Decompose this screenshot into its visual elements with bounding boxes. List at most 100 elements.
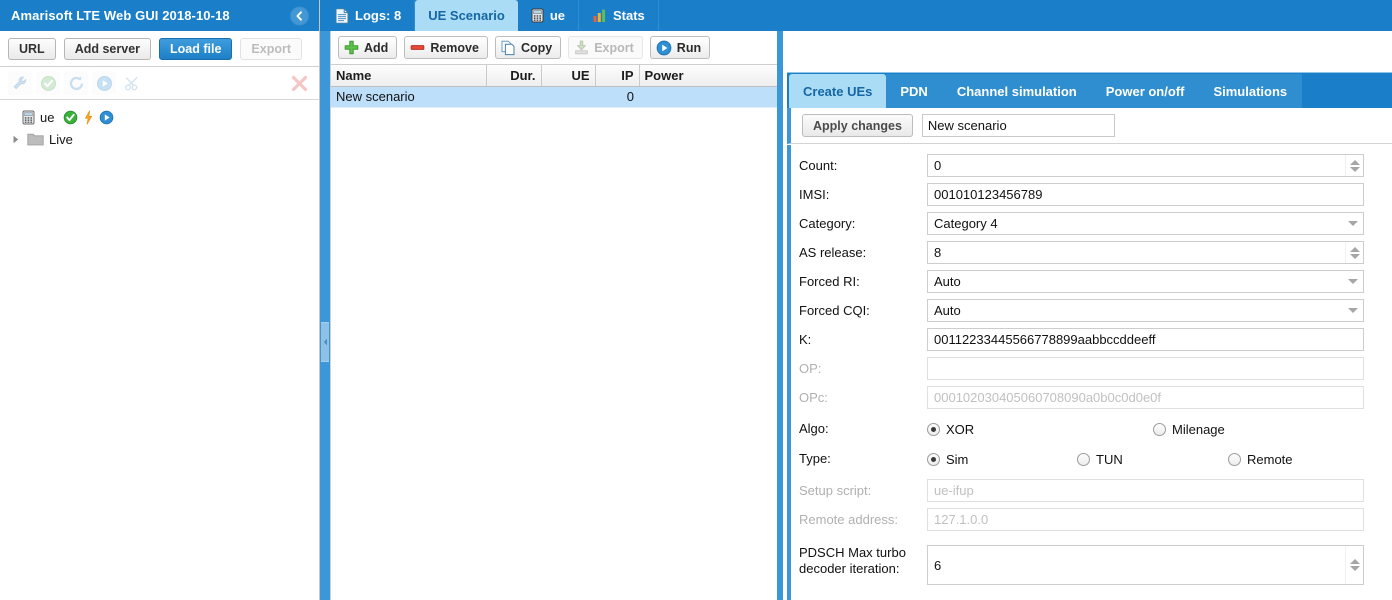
as-release-stepper[interactable] — [1345, 242, 1363, 263]
left-splitter-grip[interactable] — [321, 322, 329, 362]
cell-ue — [541, 86, 595, 108]
tab-label: Simulations — [1213, 83, 1288, 99]
field-label: K: — [799, 331, 812, 347]
tree-item-ue[interactable]: ue — [0, 106, 319, 128]
right-panel: Create UEs PDN Channel simulation Power … — [787, 0, 1392, 600]
as-release-input[interactable] — [927, 241, 1364, 264]
url-button[interactable]: URL — [8, 37, 56, 60]
export-scenario-button: Export — [568, 36, 643, 59]
left-splitter[interactable] — [320, 0, 330, 600]
count-stepper[interactable] — [1345, 155, 1363, 176]
tab-label: Channel simulation — [956, 83, 1077, 99]
radio-label: XOR — [946, 421, 975, 437]
pdsch-max-turbo-stepper[interactable] — [1345, 546, 1363, 584]
category-select[interactable] — [927, 212, 1364, 235]
add-scenario-button[interactable]: Add — [338, 36, 398, 59]
plus-icon — [344, 40, 359, 55]
column-header-power[interactable]: Power — [639, 65, 779, 87]
op-input — [927, 357, 1364, 380]
run-tool-button[interactable] — [92, 71, 116, 95]
field-label: Algo: — [799, 421, 829, 436]
tab-label: PDN — [900, 83, 928, 99]
collapse-panel-button[interactable] — [290, 6, 309, 25]
type-option-sim[interactable]: Sim — [927, 452, 1077, 467]
tree-item-label: ue — [40, 109, 55, 125]
tab-logs[interactable]: Logs: 8 — [322, 0, 416, 31]
apply-changes-button[interactable]: Apply changes — [802, 114, 913, 137]
type-option-remote[interactable]: Remote — [1228, 452, 1293, 467]
app-title-bar: Amarisoft LTE Web GUI 2018-10-18 — [0, 0, 319, 31]
tab-label: Create UEs — [803, 83, 873, 99]
field-label: OPc: — [799, 389, 828, 405]
tab-label: UE Scenario — [428, 8, 505, 23]
pdsch-max-turbo-input[interactable] — [927, 545, 1364, 585]
device-icon — [22, 110, 35, 124]
expand-twisty[interactable] — [10, 135, 22, 144]
center-panel: Add Remove Copy Export Run Name Dur. UE … — [330, 0, 779, 600]
copy-icon — [501, 40, 516, 56]
tab-stats[interactable]: Stats — [579, 0, 659, 31]
tab-ue-scenario[interactable]: UE Scenario — [415, 0, 518, 31]
refresh-tool-button[interactable] — [64, 71, 88, 95]
remove-scenario-button[interactable]: Remove — [404, 36, 488, 59]
main-tab-bar: Logs: 8 UE Scenario ue Stats — [320, 0, 1392, 31]
tab-power-on-off[interactable]: Power on/off — [1091, 74, 1200, 108]
run-scenario-button[interactable]: Run — [649, 36, 711, 59]
page-title: Amarisoft LTE Web GUI 2018-10-18 — [11, 8, 230, 23]
cell-dur — [486, 86, 541, 108]
tab-simulations[interactable]: Simulations — [1199, 74, 1303, 108]
tab-label: Logs: 8 — [355, 8, 402, 23]
right-splitter[interactable] — [777, 0, 783, 600]
table-row[interactable]: New scenario 0 — [331, 86, 778, 108]
field-algo: Algo: XOR Milenage — [799, 418, 1364, 440]
field-opc: OPc: — [799, 386, 1364, 409]
validate-tool-button[interactable] — [36, 71, 60, 95]
algo-option-xor[interactable]: XOR — [927, 422, 1153, 437]
column-header-ip[interactable]: IP — [595, 65, 640, 87]
load-file-button[interactable]: Load file — [159, 37, 233, 60]
field-k: K: — [799, 328, 1364, 351]
radio-label: TUN — [1096, 451, 1123, 467]
cut-tool-button[interactable] — [120, 71, 144, 95]
play-circle-icon[interactable] — [99, 110, 114, 125]
count-input[interactable] — [927, 154, 1364, 177]
k-input[interactable] — [927, 328, 1364, 351]
field-label: Category: — [799, 215, 856, 231]
add-server-button[interactable]: Add server — [63, 37, 152, 60]
lightning-icon[interactable] — [83, 109, 94, 125]
forced-cqi-select[interactable] — [927, 299, 1364, 322]
column-header-dur[interactable]: Dur. — [486, 65, 542, 87]
imsi-input[interactable] — [927, 183, 1364, 206]
column-header-ue[interactable]: UE — [541, 65, 596, 87]
copy-scenario-button[interactable]: Copy — [494, 36, 562, 59]
field-label: Forced CQI: — [799, 302, 870, 318]
button-label: Add — [364, 40, 389, 55]
tab-pdn[interactable]: PDN — [886, 74, 943, 108]
field-as-release: AS release: — [799, 241, 1364, 264]
application-window: Amarisoft LTE Web GUI 2018-10-18 URL Add… — [0, 0, 1392, 600]
radio-unselected-icon — [1153, 422, 1166, 436]
tree-item-live[interactable]: Live — [0, 128, 319, 150]
check-circle-icon[interactable] — [63, 110, 78, 125]
scenario-config-tab-bar: Create UEs PDN Channel simulation Power … — [787, 72, 1392, 108]
opc-input — [927, 386, 1364, 409]
tab-create-ues[interactable]: Create UEs — [789, 74, 887, 108]
column-header-name[interactable]: Name — [331, 65, 487, 87]
tab-channel-simulation[interactable]: Channel simulation — [942, 74, 1092, 108]
tab-ue[interactable]: ue — [518, 0, 579, 31]
cell-power — [639, 86, 778, 108]
radio-selected-icon — [927, 422, 940, 436]
type-option-tun[interactable]: TUN — [1077, 452, 1228, 467]
radio-label: Remote — [1247, 451, 1293, 467]
forced-ri-select[interactable] — [927, 270, 1364, 293]
configure-tool-button[interactable] — [8, 71, 32, 95]
algo-option-milenage[interactable]: Milenage — [1153, 422, 1225, 437]
bar-chart-icon — [593, 9, 606, 22]
tree-item-label: Live — [49, 131, 73, 147]
field-count: Count: — [799, 154, 1364, 177]
scenario-name-input[interactable] — [921, 114, 1115, 137]
field-category: Category: — [799, 212, 1364, 235]
field-op: OP: — [799, 357, 1364, 380]
delete-tool-button[interactable] — [287, 71, 311, 95]
button-label: Remove — [430, 40, 479, 55]
